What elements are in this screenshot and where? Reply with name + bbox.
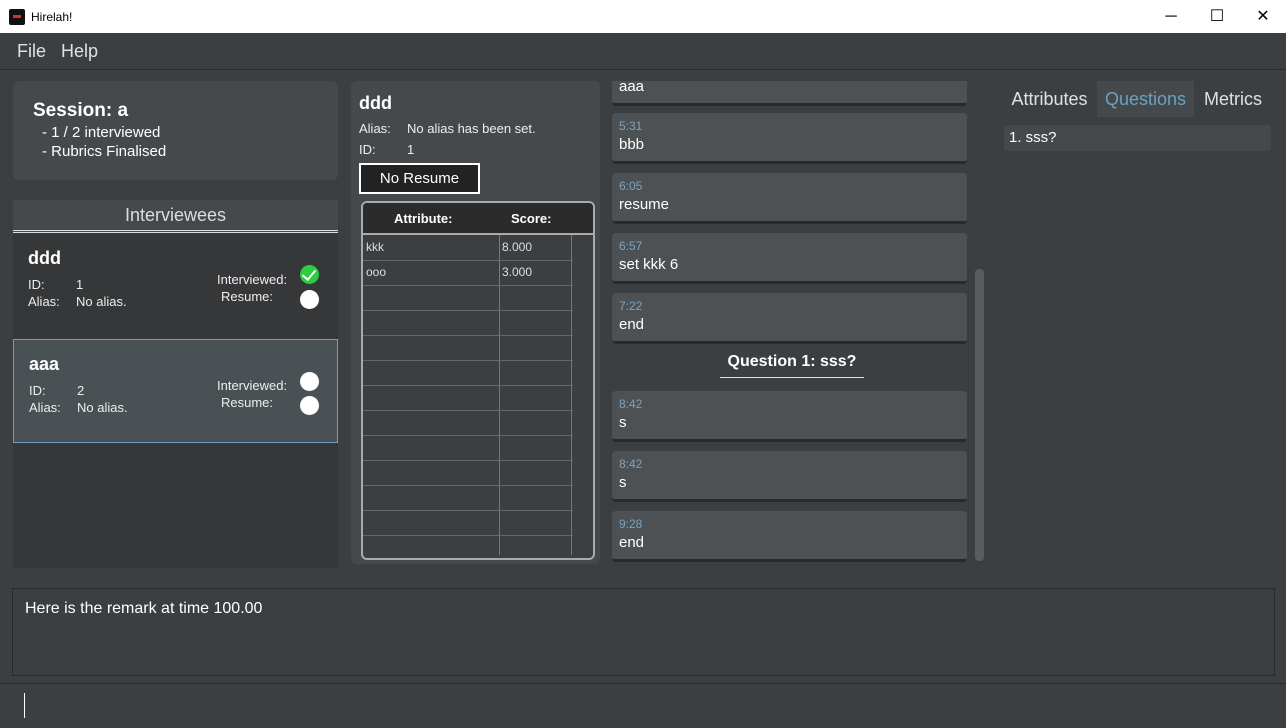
remark-time: 8:42 — [619, 457, 643, 471]
interviewee-alias: No alias. — [76, 294, 127, 309]
question-heading: Question 1: sss? — [720, 353, 864, 378]
command-input[interactable] — [0, 683, 1286, 728]
table-row — [363, 335, 573, 361]
menu-file[interactable]: File — [17, 41, 46, 62]
remark-text: aaa — [619, 81, 645, 95]
tab-questions[interactable]: Questions — [1097, 81, 1194, 117]
table-row[interactable]: kkk 8.000 — [363, 235, 573, 261]
interviewee-alias-label: Alias: — [29, 400, 61, 415]
remark-display: Here is the remark at time 100.00 — [12, 588, 1275, 676]
maximize-button[interactable]: ☐ — [1194, 0, 1240, 33]
interviewed-label: Interviewed: — [217, 378, 288, 393]
interviewed-status-icon — [300, 372, 319, 391]
close-button[interactable]: ✕ — [1240, 0, 1286, 33]
info-tabs-panel: Attributes Questions Metrics 1. sss? — [992, 81, 1282, 569]
remark-display-text: Here is the remark at time 100.00 — [25, 600, 263, 617]
table-row — [363, 310, 573, 336]
tab-attributes[interactable]: Attributes — [1002, 81, 1097, 117]
transcript-remark[interactable]: 8:42 s — [612, 451, 967, 502]
detail-id-label: ID: — [359, 142, 376, 157]
interviewee-id-label: ID: — [29, 383, 46, 398]
attribute-column-header: Attribute: — [394, 211, 453, 226]
menu-bar: File Help — [0, 33, 1286, 70]
remark-time: 7:22 — [619, 299, 643, 313]
app-logo-icon — [9, 9, 25, 25]
table-row[interactable]: ooo 3.000 — [363, 260, 573, 286]
window-title: Hirelah! — [31, 10, 73, 24]
text-caret — [24, 693, 25, 718]
transcript-panel[interactable]: aaa 5:31 bbb 6:05 resume 6:57 set kkk 6 … — [612, 81, 975, 564]
transcript-remark[interactable]: 9:28 end — [612, 511, 967, 562]
attribute-cell: ooo — [366, 265, 387, 279]
remark-text: s — [619, 474, 627, 491]
session-interviewed-count: - 1 / 2 interviewed — [42, 124, 161, 141]
transcript-scrollbar[interactable] — [975, 269, 984, 561]
table-row — [363, 410, 573, 436]
remark-time: 6:57 — [619, 239, 643, 253]
remark-text: bbb — [619, 136, 645, 153]
detail-alias: No alias has been set. — [407, 121, 536, 136]
interviewee-id: 2 — [77, 383, 85, 398]
resume-status-icon — [300, 290, 319, 309]
score-column-header: Score: — [511, 211, 552, 226]
no-resume-button[interactable]: No Resume — [359, 163, 480, 194]
menu-help[interactable]: Help — [61, 41, 98, 62]
transcript-remark[interactable]: 6:57 set kkk 6 — [612, 233, 967, 284]
transcript-remark[interactable]: aaa — [612, 81, 967, 106]
interviewee-card-ddd[interactable]: ddd ID: 1 Alias: No alias. Interviewed: … — [13, 234, 338, 338]
attribute-cell: kkk — [366, 240, 384, 254]
transcript-remark[interactable]: 8:42 s — [612, 391, 967, 442]
session-title: Session: a — [33, 100, 129, 121]
resume-status-icon — [300, 396, 319, 415]
table-row — [363, 460, 573, 486]
resume-label: Resume: — [221, 395, 274, 410]
interviewed-check-icon — [300, 265, 319, 284]
table-row — [363, 435, 573, 461]
interviewee-id-label: ID: — [28, 277, 45, 292]
interviewees-header: Interviewees — [13, 200, 338, 233]
transcript-remark[interactable]: 7:22 end — [612, 293, 967, 344]
score-cell: 8.000 — [502, 240, 533, 254]
transcript-remark[interactable]: 6:05 resume — [612, 173, 967, 224]
interviewee-detail-panel: ddd Alias: No alias has been set. ID: 1 … — [351, 81, 600, 564]
remark-text: resume — [619, 196, 670, 213]
table-row — [363, 385, 573, 411]
session-card: Session: a - 1 / 2 interviewed - Rubrics… — [13, 81, 338, 180]
remark-text: end — [619, 316, 645, 333]
detail-name: ddd — [359, 93, 392, 113]
remark-text: s — [619, 414, 627, 431]
resume-label: Resume: — [221, 289, 274, 304]
interviewee-name: aaa — [29, 354, 60, 374]
question-list-item[interactable]: 1. sss? — [1004, 125, 1271, 151]
score-table-header: Attribute: Score: — [363, 203, 593, 235]
interviewee-card-aaa[interactable]: aaa ID: 2 Alias: No alias. Interviewed: … — [13, 339, 338, 443]
interviewee-name: ddd — [28, 248, 61, 268]
remark-time: 5:31 — [619, 119, 643, 133]
interviewee-alias-label: Alias: — [28, 294, 60, 309]
table-row — [363, 360, 573, 386]
interviewees-list: Interviewees ddd ID: 1 Alias: No alias. … — [13, 200, 338, 568]
score-table: Attribute: Score: kkk 8.000 ooo 3.000 — [361, 201, 595, 560]
detail-id: 1 — [407, 142, 415, 157]
tab-metrics[interactable]: Metrics — [1194, 81, 1272, 117]
transcript-remark[interactable]: 5:31 bbb — [612, 113, 967, 164]
remark-time: 9:28 — [619, 517, 643, 531]
minimize-button[interactable]: ─ — [1148, 0, 1194, 33]
interviewee-id: 1 — [76, 277, 84, 292]
table-row — [363, 285, 573, 311]
remark-time: 8:42 — [619, 397, 643, 411]
remark-time: 6:05 — [619, 179, 643, 193]
remark-text: set kkk 6 — [619, 256, 679, 273]
score-cell: 3.000 — [502, 265, 533, 279]
window-titlebar: Hirelah! ─ ☐ ✕ — [0, 0, 1286, 33]
remark-text: end — [619, 534, 645, 551]
interviewee-alias: No alias. — [77, 400, 128, 415]
table-row — [363, 510, 573, 536]
detail-alias-label: Alias: — [359, 121, 391, 136]
interviewed-label: Interviewed: — [217, 272, 288, 287]
session-rubrics-status: - Rubrics Finalised — [42, 143, 167, 160]
table-row — [363, 485, 573, 511]
